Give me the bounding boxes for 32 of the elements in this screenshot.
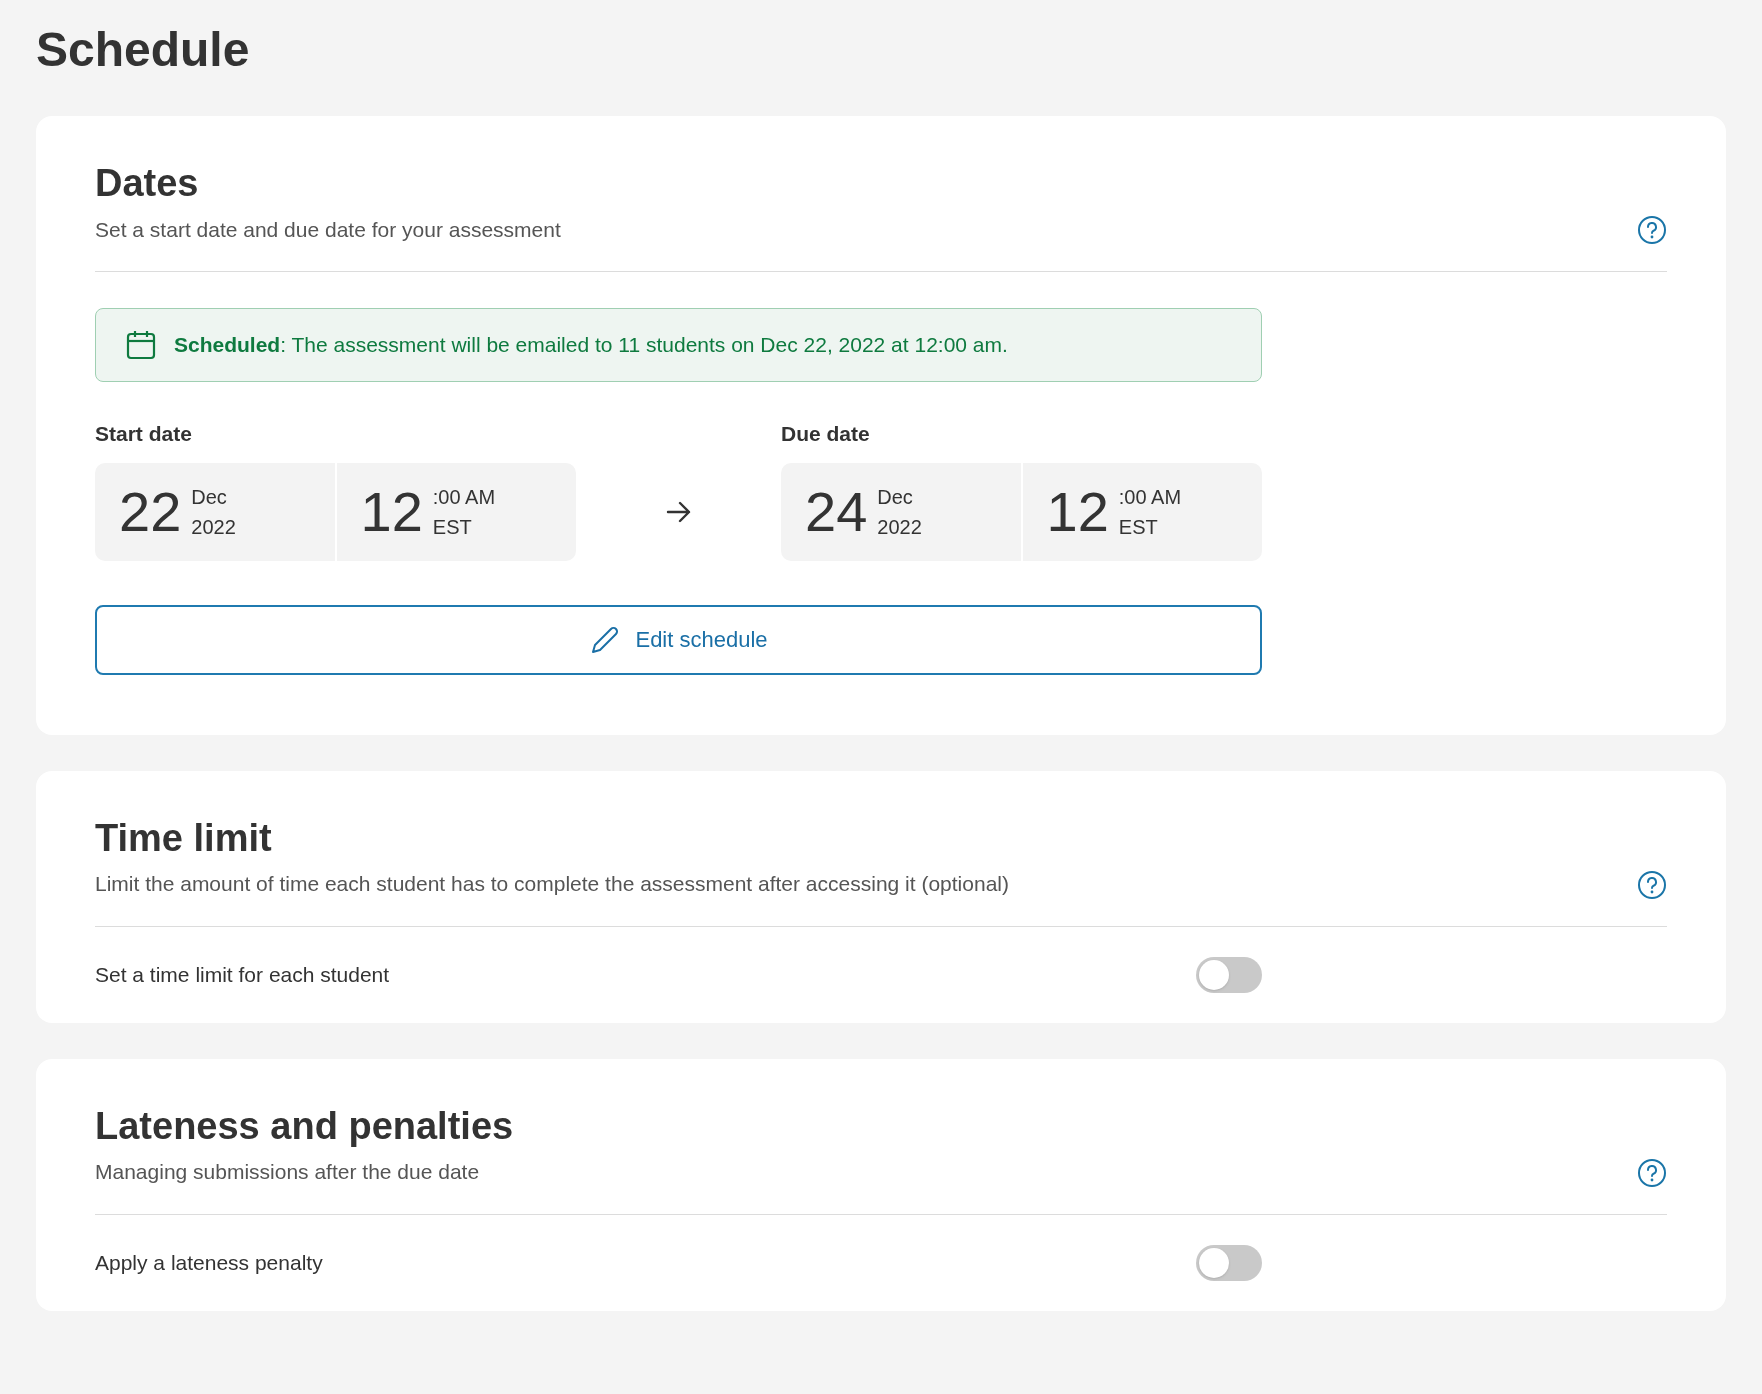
small-text: EST bbox=[1118, 514, 1159, 540]
big-number: 12 bbox=[1046, 483, 1109, 540]
small-text: :00 AM bbox=[1118, 484, 1182, 510]
setting-label: Apply a lateness penalty bbox=[95, 1249, 323, 1276]
small-text: EST bbox=[432, 514, 473, 540]
field-label: Start date bbox=[95, 421, 193, 447]
arrow-right-icon bbox=[664, 499, 693, 524]
section-title: Time limit bbox=[95, 815, 273, 861]
status-message: Scheduled: The assessment will be emailed to 11 students on Dec 22, 2022 at 12:00 am. bbox=[174, 332, 1008, 359]
section-description: Set a start date and due date for your assessment bbox=[95, 216, 561, 243]
section-description: Limit the amount of time each student has to complete the assessment after accessing it (optional) bbox=[95, 871, 1009, 897]
small-text: 2022 bbox=[191, 514, 236, 540]
help-icon[interactable] bbox=[1637, 869, 1667, 900]
small-text: :00 AM bbox=[432, 484, 496, 510]
big-number: 12 bbox=[360, 483, 423, 540]
setting-label: Set a time limit for each student bbox=[95, 961, 390, 988]
big-number: 22 bbox=[119, 483, 182, 540]
page-title: Schedule bbox=[36, 26, 251, 74]
big-number: 24 bbox=[805, 483, 868, 540]
calendar-icon bbox=[126, 330, 156, 360]
toggle-switch[interactable] bbox=[1196, 956, 1262, 993]
help-icon[interactable] bbox=[1637, 1157, 1667, 1188]
section-title: Lateness and penalties bbox=[95, 1103, 514, 1149]
toggle-switch[interactable] bbox=[1196, 1244, 1262, 1281]
section-title: Dates bbox=[95, 161, 200, 206]
field-label: Due date bbox=[781, 421, 871, 447]
edit-schedule-button[interactable]: Edit schedule bbox=[95, 604, 1262, 675]
small-text: Dec bbox=[877, 484, 914, 510]
help-icon[interactable] bbox=[1637, 215, 1667, 245]
small-text: Dec bbox=[191, 484, 228, 510]
section-description: Managing submissions after the due date bbox=[95, 1159, 481, 1185]
small-text: 2022 bbox=[877, 514, 922, 540]
